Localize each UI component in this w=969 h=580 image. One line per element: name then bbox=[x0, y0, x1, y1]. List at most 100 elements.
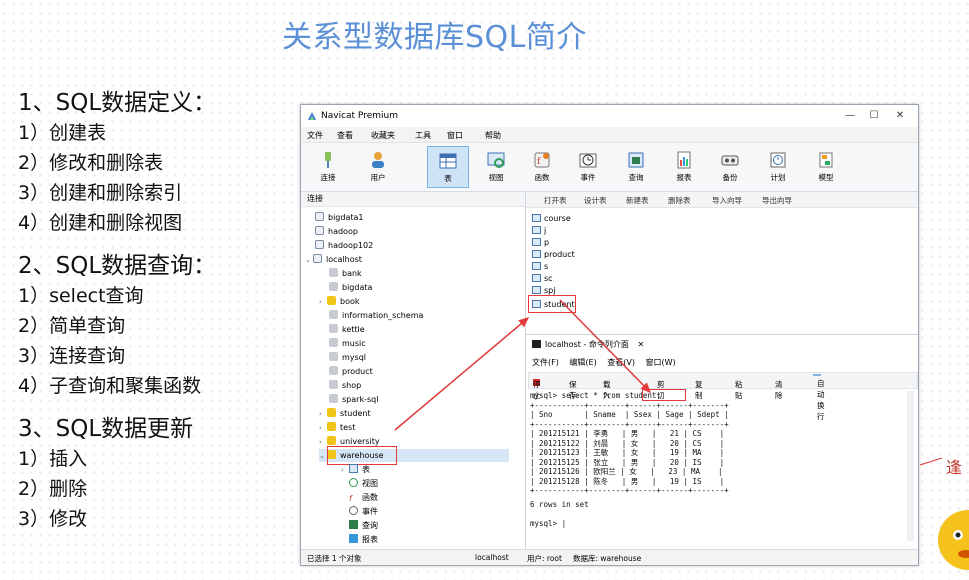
menu-view[interactable]: 查看 bbox=[337, 130, 353, 141]
tree-database[interactable]: bigdata bbox=[329, 281, 372, 294]
toolbar-user-button[interactable]: 用户 bbox=[359, 146, 397, 188]
tree-database[interactable]: shop bbox=[329, 379, 361, 392]
table-item[interactable]: p bbox=[532, 237, 549, 249]
terminal-output[interactable]: mysql> select * from student; +----------… bbox=[530, 391, 906, 541]
toolbar-report-button[interactable]: 报表 bbox=[665, 146, 703, 188]
table-name: spj bbox=[544, 286, 556, 295]
tree-connection[interactable]: bigdata1 bbox=[315, 211, 364, 224]
menu-favorites[interactable]: 收藏夹 bbox=[371, 130, 395, 141]
report-icon bbox=[349, 534, 358, 543]
table-icon bbox=[532, 250, 541, 258]
table-icon bbox=[532, 286, 541, 294]
tree-label: 函数 bbox=[362, 493, 378, 502]
toolbar-function-button[interactable]: f 函数 bbox=[523, 146, 561, 188]
database-icon bbox=[329, 268, 338, 277]
status-database: 数据库: warehouse bbox=[573, 554, 642, 563]
database-icon bbox=[329, 394, 338, 403]
toolbar-model-button[interactable]: 模型 bbox=[807, 146, 845, 188]
tree-database[interactable]: information_schema bbox=[329, 309, 423, 322]
vertical-scrollbar[interactable] bbox=[907, 391, 914, 541]
minimize-button[interactable]: — bbox=[837, 108, 863, 124]
tree-node-queries[interactable]: 查询 bbox=[349, 519, 378, 532]
navicat-logo-icon bbox=[308, 112, 316, 120]
new-table-button[interactable]: 新建表 bbox=[626, 195, 649, 206]
menu-tools[interactable]: 工具 bbox=[415, 130, 431, 141]
result-border: +-----------+--------+------+------+----… bbox=[530, 419, 729, 429]
status-bar: 已选择 1 个对象 localhost 用户: root 数据库: wareho… bbox=[301, 549, 918, 565]
console-menu-file[interactable]: 文件(F) bbox=[532, 358, 559, 367]
model-icon bbox=[819, 152, 833, 168]
outline-item: 3）创建和删除索引 bbox=[18, 182, 183, 204]
tree-database[interactable]: › test bbox=[319, 421, 355, 434]
tree-node-views[interactable]: 视图 bbox=[349, 477, 378, 490]
table-item[interactable]: course bbox=[532, 213, 571, 225]
tree-database[interactable]: bank bbox=[329, 267, 362, 280]
tree-label: 事件 bbox=[362, 507, 378, 516]
plug-icon bbox=[325, 152, 331, 168]
close-button[interactable]: ✕ bbox=[887, 108, 913, 124]
highlight-box bbox=[642, 389, 686, 401]
result-row: | 201215121 | 李勇 | 男 | 21 | CS | bbox=[530, 429, 725, 438]
toolbar-connection-button[interactable]: 连接 bbox=[309, 146, 347, 188]
tree-node-reports[interactable]: 报表 bbox=[349, 533, 378, 546]
tree-node-events[interactable]: 事件 bbox=[349, 505, 378, 518]
tree-label: bank bbox=[342, 269, 362, 278]
console-menu-view[interactable]: 查看(V) bbox=[607, 358, 635, 367]
database-icon bbox=[329, 366, 338, 375]
tree-database[interactable]: › student bbox=[319, 407, 371, 420]
tree-connection[interactable]: hadoop102 bbox=[315, 239, 373, 252]
view-icon bbox=[349, 478, 358, 487]
object-toolbar: 打开表 设计表 新建表 删除表 导入向导 导出向导 bbox=[526, 192, 918, 208]
tree-database[interactable]: mysql bbox=[329, 351, 366, 364]
console-menu-edit[interactable]: 编辑(E) bbox=[569, 358, 596, 367]
table-list: course j p product s sc spj student bbox=[528, 209, 916, 332]
chevron-right-icon: › bbox=[341, 466, 344, 474]
toolbar-table-button[interactable]: 表 bbox=[427, 146, 469, 188]
table-item[interactable]: sc bbox=[532, 273, 553, 285]
highlight-box bbox=[528, 295, 576, 313]
close-tab-icon[interactable]: ✕ bbox=[637, 340, 644, 349]
menu-help[interactable]: 帮助 bbox=[485, 130, 501, 141]
tree-label: localhost bbox=[326, 255, 362, 264]
open-table-button[interactable]: 打开表 bbox=[544, 195, 567, 206]
toolbar-view-button[interactable]: 视图 bbox=[477, 146, 515, 188]
tree-connection[interactable]: hadoop bbox=[315, 225, 358, 238]
tree-node-functions[interactable]: f 函数 bbox=[349, 491, 378, 504]
result-row: | 201215122 | 刘晨 | 女 | 20 | CS | bbox=[530, 438, 725, 448]
menu-window[interactable]: 窗口 bbox=[447, 130, 463, 141]
database-icon bbox=[327, 436, 336, 445]
console-menu: 文件(F) 编辑(E) 查看(V) 窗口(W) bbox=[532, 357, 684, 368]
tree-database[interactable]: music bbox=[329, 337, 366, 350]
table-item[interactable]: j bbox=[532, 225, 546, 237]
tree-label: product bbox=[342, 367, 373, 376]
toolbar-event-button[interactable]: 事件 bbox=[569, 146, 607, 188]
tree-database[interactable]: spark-sql bbox=[329, 393, 378, 406]
toolbar-label: 模型 bbox=[818, 173, 834, 182]
menu-file[interactable]: 文件 bbox=[307, 130, 323, 141]
chevron-right-icon: › bbox=[319, 298, 322, 306]
toolbar-label: 计划 bbox=[770, 173, 786, 182]
toolbar-backup-button[interactable]: 备份 bbox=[711, 146, 749, 188]
design-table-button[interactable]: 设计表 bbox=[584, 195, 607, 206]
table-item[interactable]: product bbox=[532, 249, 575, 261]
tree-node-tables[interactable]: › 表 bbox=[341, 463, 370, 476]
export-wizard-button[interactable]: 导出向导 bbox=[762, 195, 792, 206]
toolbar-label: 事件 bbox=[580, 173, 596, 182]
delete-table-button[interactable]: 删除表 bbox=[668, 195, 691, 206]
maximize-button[interactable]: ☐ bbox=[861, 108, 887, 124]
tree-database[interactable]: kettle bbox=[329, 323, 365, 336]
view-icon bbox=[487, 152, 505, 168]
console-tab[interactable]: localhost - 命令列介面 ✕ bbox=[532, 338, 644, 352]
outline-item: 3）修改 bbox=[18, 508, 88, 530]
tree-connection-localhost[interactable]: ⌄ localhost bbox=[305, 253, 362, 266]
import-wizard-button[interactable]: 导入向导 bbox=[712, 195, 742, 206]
console-menu-window[interactable]: 窗口(W) bbox=[646, 358, 676, 367]
command-line-console: localhost - 命令列介面 ✕ 文件(F) 编辑(E) 查看(V) 窗口… bbox=[526, 334, 918, 550]
tree-database[interactable]: product bbox=[329, 365, 373, 378]
word-wrap-toggle[interactable]: 自动换行 bbox=[813, 374, 825, 421]
toolbar-schedule-button[interactable]: 计划 bbox=[759, 146, 797, 188]
table-item[interactable]: s bbox=[532, 261, 548, 273]
tree-label: spark-sql bbox=[342, 395, 379, 404]
tree-database[interactable]: › book bbox=[319, 295, 360, 308]
toolbar-query-button[interactable]: 查询 bbox=[617, 146, 655, 188]
